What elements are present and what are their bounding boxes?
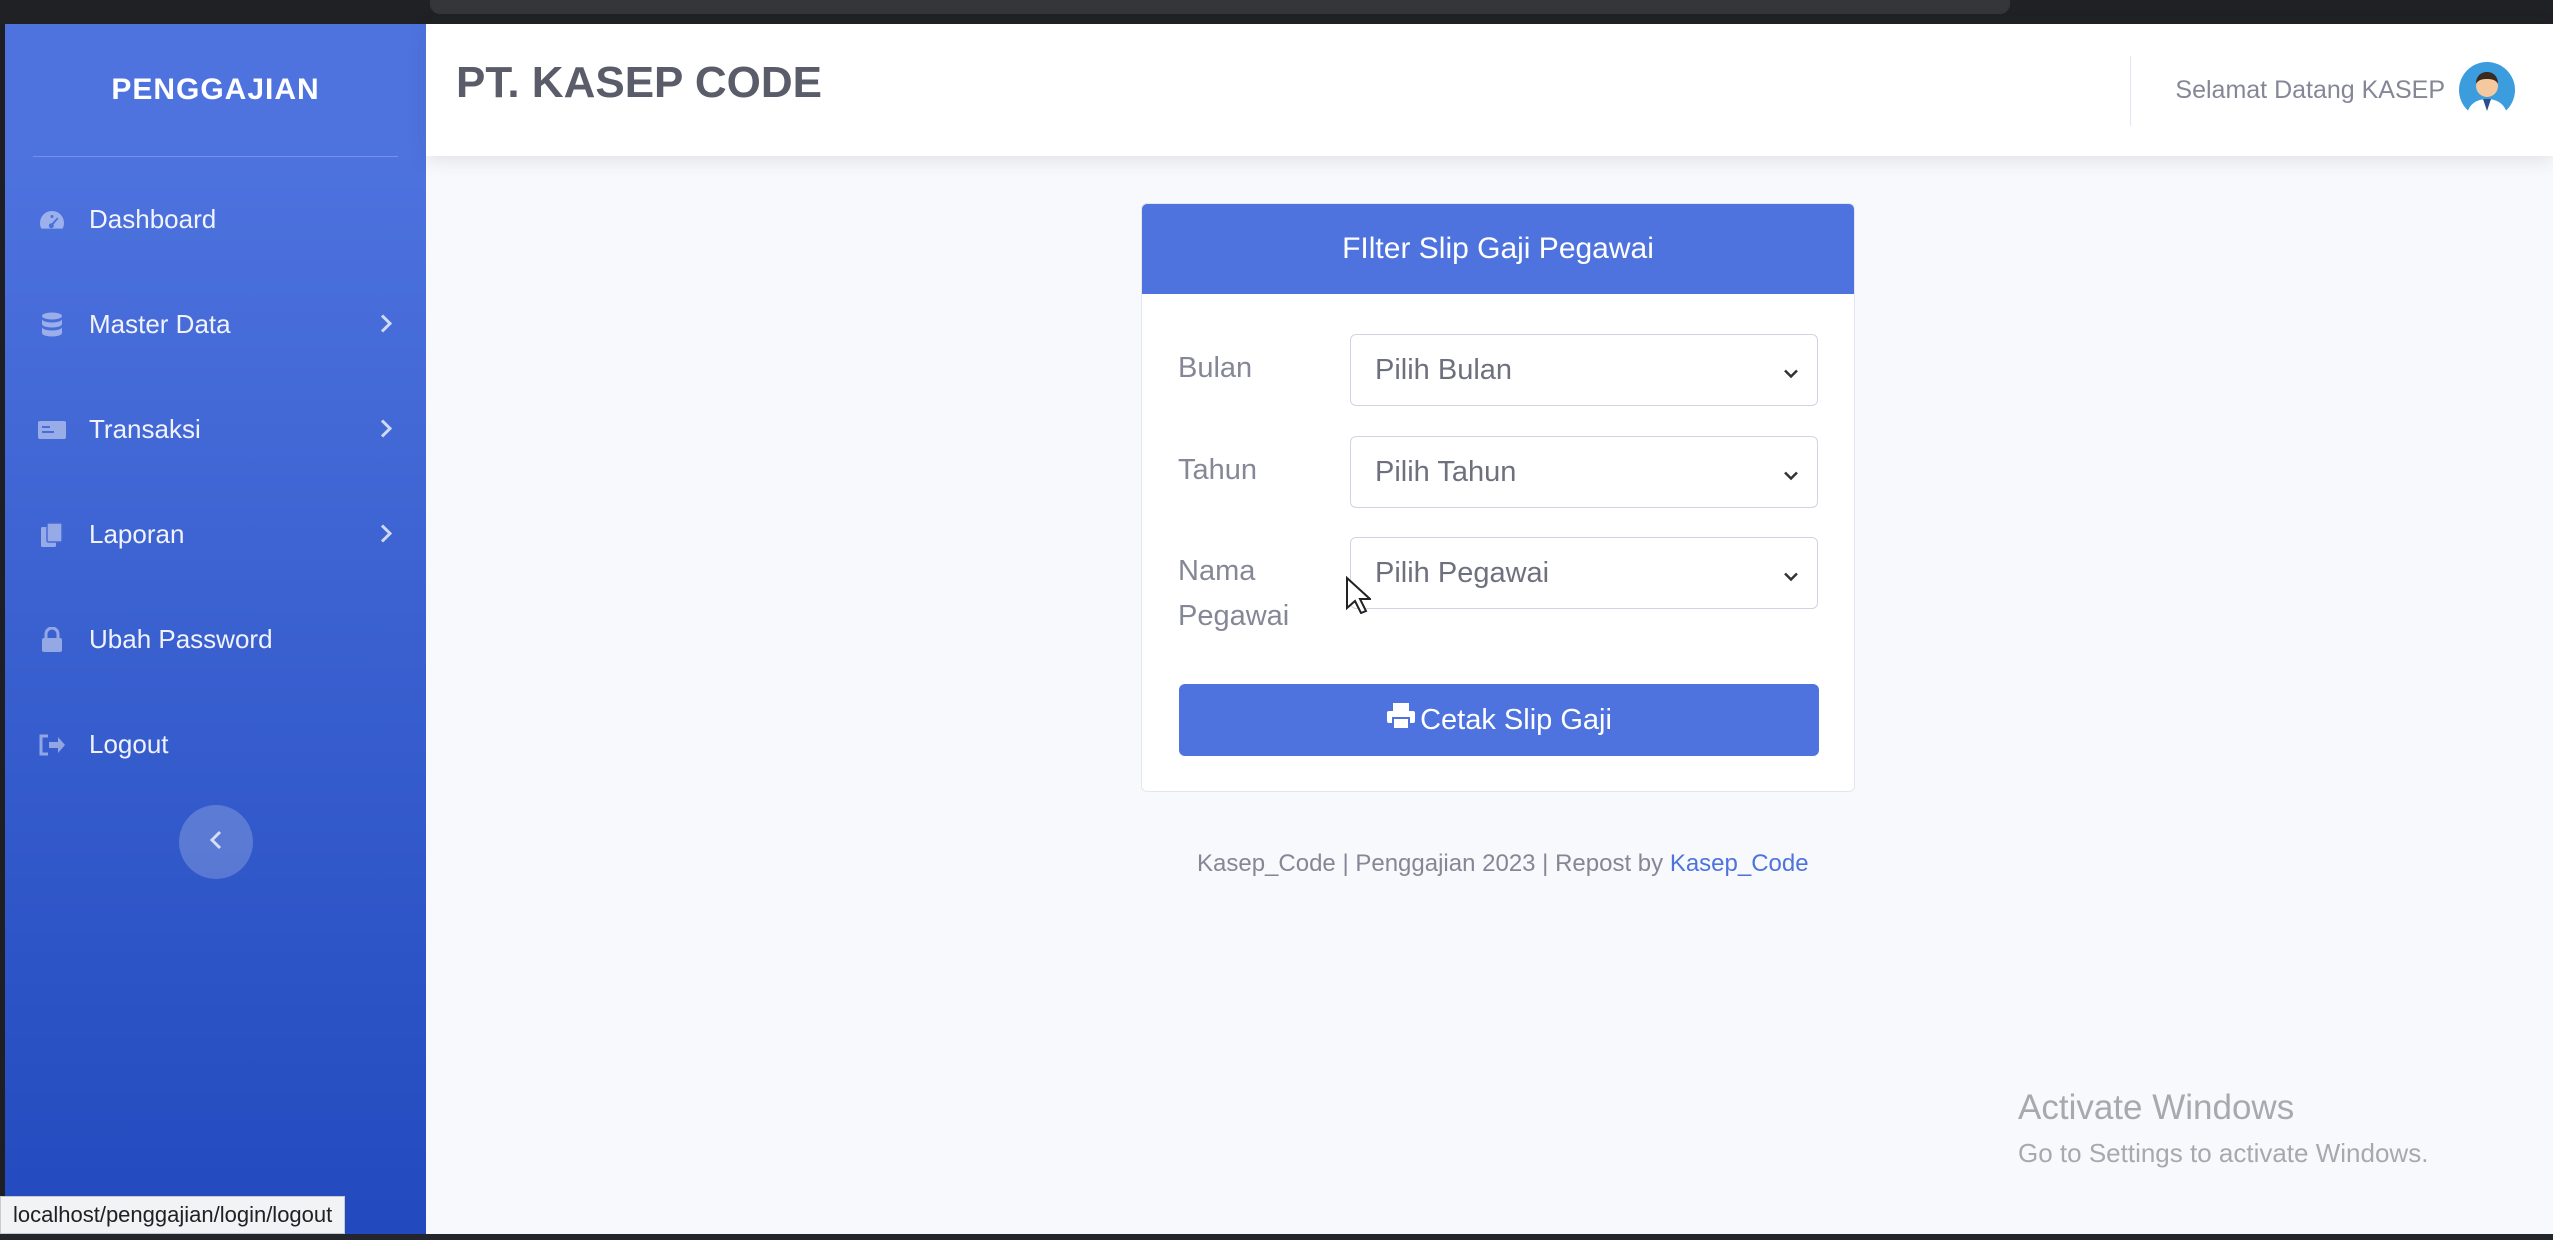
chevron-down-icon — [1783, 456, 1799, 489]
lock-icon — [37, 625, 67, 655]
chevron-left-icon — [209, 830, 223, 855]
filter-card: FIlter Slip Gaji Pegawai Bulan Pilih Bul… — [1141, 203, 1855, 792]
sidebar-item-dashboard[interactable]: Dashboard — [5, 167, 426, 272]
topbar: PT. KASEP CODE Selamat Datang KASEP — [426, 24, 2553, 156]
sidebar-item-transaksi[interactable]: Transaksi — [5, 377, 426, 482]
sidebar-item-label: Transaksi — [89, 414, 201, 444]
sidebar-item-label: Dashboard — [89, 204, 217, 234]
sidebar-item-label: Ubah Password — [89, 624, 273, 654]
sidebar-divider — [33, 156, 398, 157]
address-bar[interactable] — [430, 0, 2010, 14]
sidebar-item-label: Laporan — [89, 519, 185, 549]
tahun-select[interactable]: Pilih Tahun — [1350, 436, 1818, 508]
bulan-select[interactable]: Pilih Bulan — [1350, 334, 1818, 406]
pegawai-select-value: Pilih Pegawai — [1375, 556, 1550, 589]
pegawai-select[interactable]: Pilih Pegawai — [1350, 537, 1818, 609]
money-bill-icon — [37, 415, 67, 445]
print-icon — [1386, 702, 1420, 738]
activate-windows-watermark: Activate Windows Go to Settings to activ… — [2018, 1088, 2428, 1169]
copy-icon — [37, 520, 67, 550]
chevron-down-icon — [1783, 354, 1799, 387]
chevron-down-icon — [1783, 557, 1799, 590]
activate-windows-subtitle: Go to Settings to activate Windows. — [2018, 1138, 2429, 1168]
sidebar-item-laporan[interactable]: Laporan — [5, 482, 426, 587]
sidebar-toggle-button[interactable] — [178, 805, 253, 879]
avatar[interactable] — [2459, 62, 2515, 123]
tahun-select-value: Pilih Tahun — [1375, 455, 1517, 488]
filter-card-title: FIlter Slip Gaji Pegawai — [1142, 204, 1854, 294]
chevron-right-icon — [380, 519, 393, 550]
footer-text: Kasep_Code | Penggajian 2023 | Repost by — [1197, 850, 1670, 877]
footer-link[interactable]: Kasep_Code — [1670, 850, 1809, 877]
nama-pegawai-label-line2: Pegawai — [1178, 600, 1290, 632]
chevron-right-icon — [380, 309, 393, 340]
page-title: PT. KASEP CODE — [456, 58, 822, 107]
tachometer-icon — [37, 205, 67, 235]
main-content: PT. KASEP CODE Selamat Datang KASEP FIlt… — [426, 24, 2553, 1234]
sign-out-icon — [37, 730, 67, 760]
sidebar-item-logout[interactable]: Logout — [5, 692, 426, 797]
bulan-select-value: Pilih Bulan — [1375, 353, 1513, 386]
topbar-divider — [2130, 56, 2131, 126]
footer-copyright: Kasep_Code | Penggajian 2023 | Repost by… — [1197, 850, 1809, 878]
mouse-cursor-icon — [1345, 575, 1373, 619]
chevron-right-icon — [380, 414, 393, 445]
tahun-label: Tahun — [1178, 454, 1258, 486]
activate-windows-title: Activate Windows — [2018, 1088, 2295, 1127]
taskbar — [0, 1234, 2553, 1240]
sidebar-item-master-data[interactable]: Master Data — [5, 272, 426, 377]
sidebar-nav: Dashboard Master Data Transaksi Laporan … — [5, 167, 426, 797]
sidebar-item-label: Master Data — [89, 309, 231, 339]
sidebar-item-ubah-password[interactable]: Ubah Password — [5, 587, 426, 692]
nama-pegawai-label: Nama Pegawai — [1178, 549, 1338, 639]
sidebar: PENGGAJIAN Dashboard Master Data Transak… — [5, 24, 426, 1234]
nama-pegawai-label-line1: Nama — [1178, 555, 1256, 587]
sidebar-item-label: Logout — [89, 729, 169, 759]
welcome-text[interactable]: Selamat Datang KASEP — [2175, 76, 2445, 105]
print-slip-label: Cetak Slip Gaji — [1420, 703, 1612, 736]
sidebar-brand[interactable]: PENGGAJIAN — [5, 24, 426, 156]
print-slip-button[interactable]: Cetak Slip Gaji — [1179, 684, 1819, 756]
database-icon — [37, 310, 67, 340]
status-bar-url: localhost/penggajian/login/logout — [0, 1196, 346, 1234]
bulan-label: Bulan — [1178, 352, 1253, 384]
browser-top-strip — [0, 0, 2553, 24]
